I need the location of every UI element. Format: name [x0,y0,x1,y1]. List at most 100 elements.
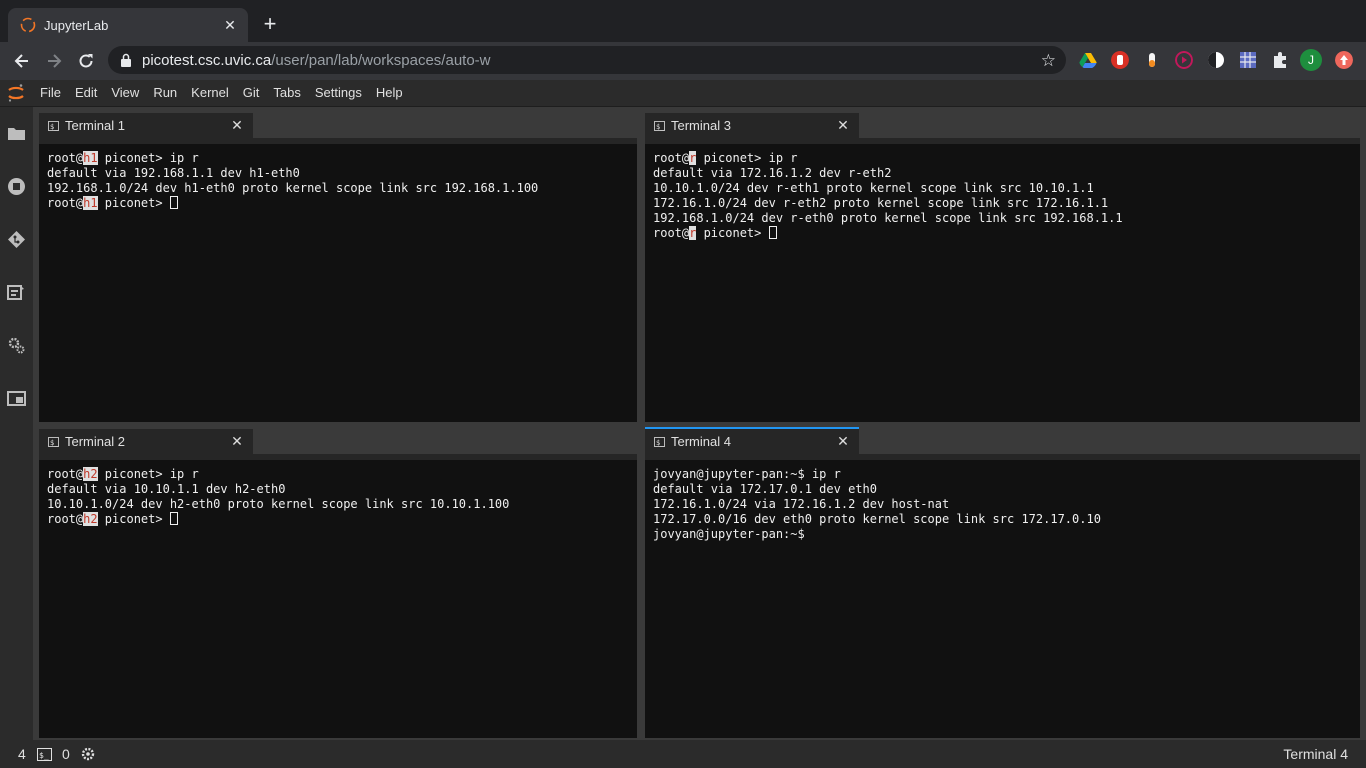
kernel-gear-icon[interactable] [81,747,95,761]
running-sessions-icon[interactable] [7,177,26,196]
terminal-output: root@r piconet> ip r default via 172.16.1… [653,151,1123,241]
terminal-1-screen[interactable]: root@h1 piconet> ip r default via 192.168… [39,138,637,422]
url-text: picotest.csc.uvic.ca/user/pan/lab/worksp… [142,52,491,69]
terminal-line: root@h2 piconet> ip r [47,467,199,481]
google-drive-icon[interactable] [1079,51,1097,69]
menu-help[interactable]: Help [369,80,410,106]
terminal-icon: $_ [48,436,59,447]
terminal-line: root@h2 piconet> [47,512,509,527]
tabs-icon[interactable] [7,389,26,408]
terminal-line: jovyan@jupyter-pan:~$ [653,527,805,541]
terminal-3-panel: $_ Terminal 3 ✕ root@r piconet> ip r defa… [645,107,1360,422]
settings-gears-icon[interactable] [7,336,26,355]
terminal-1-panel: $_ Terminal 1 ✕ root@h1 piconet> ip r def… [39,107,637,422]
terminal-1-tabbar: $_ Terminal 1 ✕ [39,107,637,138]
menu-run[interactable]: Run [146,80,184,106]
jupyter-menubar: File Edit View Run Kernel Git Tabs Setti… [0,80,1366,107]
tab-terminal-4[interactable]: $_ Terminal 4 ✕ [645,427,859,454]
browser-tab[interactable]: JupyterLab ✕ [8,8,248,42]
active-tab-name: Terminal 4 [1283,746,1348,762]
forward-arrow-icon[interactable] [44,51,64,71]
terminal-line: default via 172.16.1.2 dev r-eth2 [653,166,892,180]
new-tab-button[interactable]: + [258,12,282,36]
back-arrow-icon[interactable] [12,51,32,71]
tab-label: Terminal 2 [65,434,125,449]
close-tab-icon[interactable]: ✕ [227,117,247,134]
jupyter-favicon-icon [20,17,36,33]
kernel-count[interactable]: 0 [62,740,70,768]
terminal-count[interactable]: 4 [18,740,26,768]
terminal-2-tabbar: $_ Terminal 2 ✕ [39,423,637,454]
close-tab-icon[interactable]: ✕ [227,433,247,450]
terminal-line: root@h1 piconet> ip r [47,151,199,165]
update-available-icon[interactable] [1335,51,1353,69]
close-tab-icon[interactable]: ✕ [833,117,853,134]
tab-terminal-2[interactable]: $_ Terminal 2 ✕ [39,429,253,454]
terminal-icon: $_ [48,120,59,131]
profile-avatar[interactable]: J [1300,49,1322,71]
terminal-line: default via 192.168.1.1 dev h1-eth0 [47,166,300,180]
terminal-icon: $_ [37,748,52,761]
menu-settings[interactable]: Settings [308,80,369,106]
terminal-line: root@h1 piconet> [47,196,538,211]
hostname-highlight: h1 [83,151,98,165]
menu-file[interactable]: File [40,80,68,106]
terminal-line: default via 172.17.0.1 dev eth0 [653,482,877,496]
terminal-3-screen[interactable]: root@r piconet> ip r default via 172.16.1… [645,138,1360,422]
lock-icon [121,53,131,67]
grid-extension-icon[interactable] [1239,51,1257,69]
hostname-highlight: h1 [83,196,98,210]
tab-label: Terminal 1 [65,118,125,133]
menu-git[interactable]: Git [236,80,267,106]
terminal-cursor [768,226,777,239]
dark-mode-extension-icon[interactable] [1207,51,1225,69]
terminal-4-tabbar: $_ Terminal 4 ✕ [645,423,1360,454]
stop-hand-extension-icon[interactable] [1111,51,1129,69]
terminal-line: 172.17.0.0/16 dev eth0 proto kernel scop… [653,512,1101,526]
terminal-icon: $_ [654,120,665,131]
menu-kernel[interactable]: Kernel [184,80,236,106]
property-inspector-icon[interactable] [7,283,26,302]
hostname-highlight: h2 [83,512,98,526]
extensions-puzzle-icon[interactable] [1271,51,1289,69]
terminal-line: 172.16.1.0/24 dev r-eth2 proto kernel sc… [653,196,1109,210]
close-tab-icon[interactable]: ✕ [218,17,242,34]
folder-icon[interactable] [7,124,26,143]
jupyter-logo-icon [8,84,24,102]
play-extension-icon[interactable] [1175,51,1193,69]
menu-tabs[interactable]: Tabs [266,80,307,106]
reload-icon[interactable] [76,51,96,71]
address-bar[interactable]: picotest.csc.uvic.ca/user/pan/lab/worksp… [108,46,1066,74]
terminal-line: root@r piconet> ip r [653,151,798,165]
git-icon[interactable] [7,230,26,249]
terminal-3-tabbar: $_ Terminal 3 ✕ [645,107,1360,138]
terminal-2-panel: $_ Terminal 2 ✕ root@h2 piconet> ip r def… [39,423,637,738]
close-tab-icon[interactable]: ✕ [833,433,853,450]
left-sidebar [0,107,33,740]
terminal-line: 192.168.1.0/24 dev h1-eth0 proto kernel … [47,181,539,195]
tab-label: Terminal 4 [671,434,731,449]
terminal-output: root@h1 piconet> ip r default via 192.168… [47,151,538,211]
terminal-line: 172.16.1.0/24 via 172.16.1.2 dev host-na… [653,497,950,511]
bookmark-star-icon[interactable]: ☆ [1041,51,1056,71]
terminal-icon: $_ [654,436,665,447]
tab-terminal-1[interactable]: $_ Terminal 1 ✕ [39,113,253,138]
terminal-4-screen[interactable]: jovyan@jupyter-pan:~$ ip r default via 17… [645,454,1360,738]
terminal-line: 10.10.1.0/24 dev r-eth1 proto kernel sco… [653,181,1094,195]
terminal-4-panel: $_ Terminal 4 ✕ jovyan@jupyter-pan:~$ ip… [645,423,1360,738]
terminal-cursor [169,196,178,209]
capsule-extension-icon[interactable] [1143,51,1161,69]
terminal-output: root@h2 piconet> ip r default via 10.10.1… [47,467,509,527]
browser-tab-title: JupyterLab [44,17,109,33]
terminal-line: 192.168.1.0/24 dev r-eth0 proto kernel s… [653,211,1123,225]
menu-view[interactable]: View [104,80,146,106]
terminal-output: jovyan@jupyter-pan:~$ ip r default via 17… [653,467,1101,542]
terminal-2-screen[interactable]: root@h2 piconet> ip r default via 10.10.1… [39,454,637,738]
tab-terminal-3[interactable]: $_ Terminal 3 ✕ [645,113,859,138]
menu-edit[interactable]: Edit [68,80,104,106]
main-dock-area: $_ Terminal 1 ✕ root@h1 piconet> ip r def… [33,107,1366,740]
terminal-line: root@r piconet> [653,226,1123,241]
terminal-line: 10.10.1.0/24 dev h2-eth0 proto kernel sc… [47,497,510,511]
main-menu: File Edit View Run Kernel Git Tabs Setti… [40,80,410,106]
status-bar: 4 $_ 0 Terminal 4 [0,740,1366,768]
